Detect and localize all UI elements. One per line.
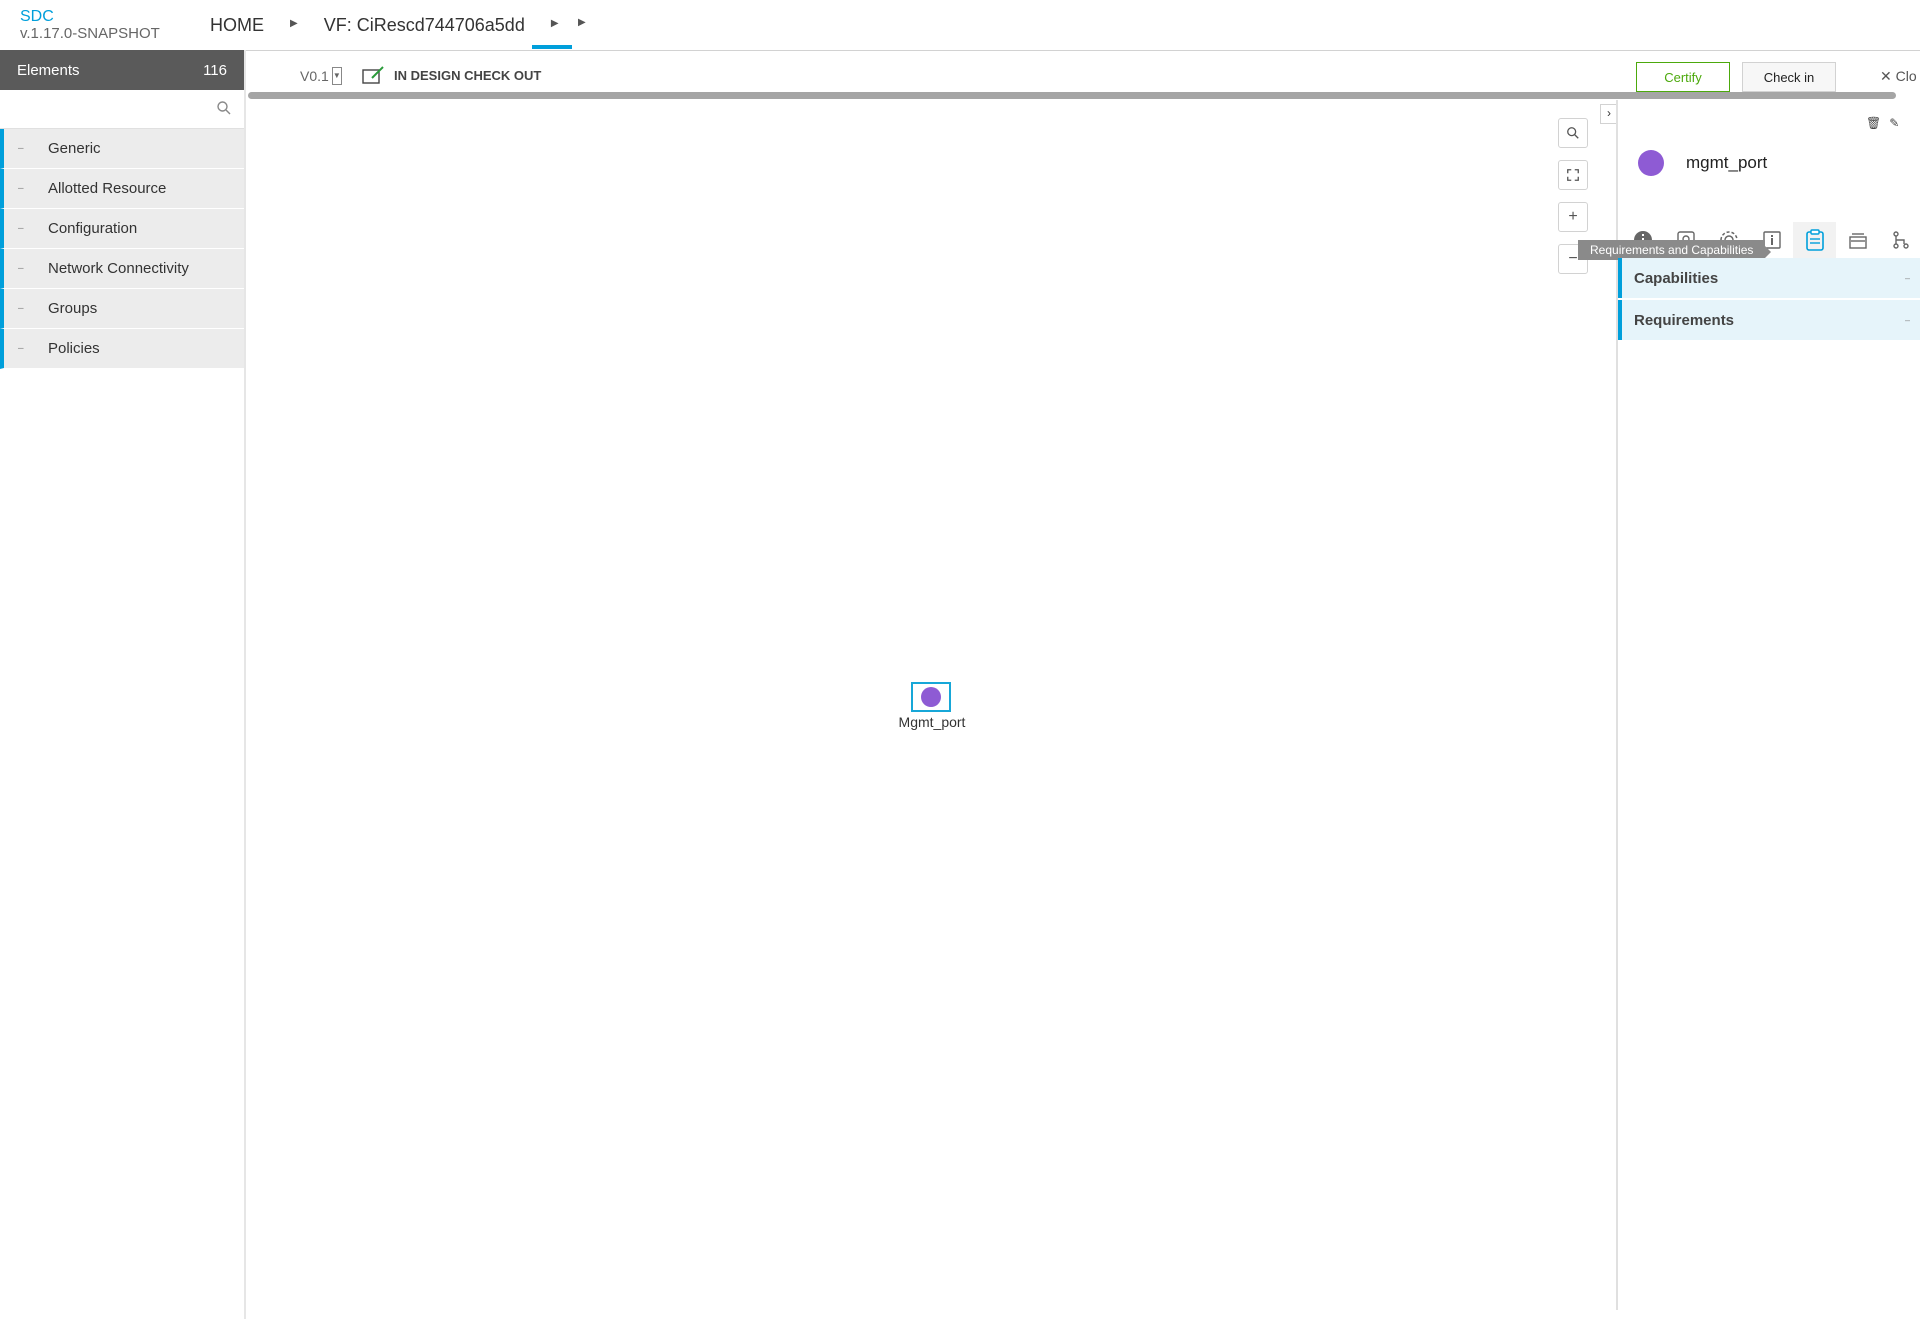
- version-selector[interactable]: V0.1 ▼: [300, 67, 342, 86]
- breadcrumb-active-indicator[interactable]: [532, 45, 572, 49]
- archive-icon: [1849, 233, 1867, 249]
- plus-icon: +: [1568, 208, 1578, 225]
- version-value: V0.1: [300, 68, 329, 84]
- check-in-button[interactable]: Check in: [1742, 62, 1836, 92]
- canvas-search-button[interactable]: [1558, 118, 1588, 148]
- palette-group-network-connectivity[interactable]: – Network Connectivity: [0, 249, 244, 289]
- workspace-toolbar: V0.1 ▼ IN DESIGN CHECK OUT Certify Check …: [246, 50, 1920, 94]
- collapse-icon: –: [18, 303, 24, 314]
- collapse-icon: –: [18, 183, 24, 194]
- certify-button[interactable]: Certify: [1636, 62, 1730, 92]
- status-label: IN DESIGN CHECK OUT: [394, 67, 542, 83]
- chevron-down-icon: –: [1904, 273, 1910, 283]
- palette-group-allotted-resource[interactable]: – Allotted Resource: [0, 169, 244, 209]
- palette-group-label: Policies: [48, 340, 100, 357]
- palette-group-label: Configuration: [48, 220, 138, 237]
- palette-group-label: Allotted Resource: [48, 180, 167, 197]
- trash-icon[interactable]: 🗑: [1866, 116, 1881, 130]
- search-icon[interactable]: [216, 100, 232, 116]
- palette-count: 116: [203, 61, 227, 79]
- canvas-node-label: Mgmt_port: [898, 714, 966, 730]
- palette-group-label: Generic: [48, 140, 101, 157]
- minus-icon: −: [1568, 250, 1578, 267]
- tab-composition[interactable]: [1879, 222, 1920, 259]
- sdc-logo[interactable]: SDC v.1.17.0-SNAPSHOT: [20, 8, 160, 42]
- canvas-zoom-tools: + −: [1558, 118, 1590, 286]
- breadcrumb-arrow-icon[interactable]: ▶: [578, 17, 586, 28]
- component-name: mgmt_port: [1686, 153, 1768, 172]
- palette-header: Elements 116: [0, 50, 244, 90]
- tab-requirements-capabilities[interactable]: [1793, 222, 1837, 259]
- breadcrumb-arrow-icon[interactable]: ▶: [290, 18, 298, 29]
- collapse-icon: –: [18, 143, 24, 154]
- brand-label: SDC: [20, 8, 54, 25]
- collapse-icon: –: [18, 343, 24, 354]
- section-label: Capabilities: [1634, 269, 1719, 287]
- palette-group-label: Network Connectivity: [48, 260, 189, 277]
- details-panel: 🗑 ✎ mgmt_port Requirements and Capabilit…: [1578, 100, 1920, 1310]
- close-label: Clo: [1895, 68, 1917, 84]
- palette-title: Elements: [17, 61, 80, 79]
- close-button[interactable]: ✕ Clo: [1880, 68, 1917, 85]
- clipboard-icon: [1806, 229, 1824, 251]
- tab-tooltip: Requirements and Capabilities: [1578, 240, 1772, 260]
- breadcrumb: HOME ▶ VF: CiRescd744706a5dd ▶: [210, 0, 585, 50]
- tab-api[interactable]: [1836, 222, 1880, 259]
- palette-group-generic[interactable]: – Generic: [0, 129, 244, 169]
- palette-search-input[interactable]: [6, 90, 210, 128]
- hierarchy-icon: [1892, 231, 1909, 249]
- horizontal-scrollbar[interactable]: [248, 92, 1896, 99]
- palette-group-policies[interactable]: – Policies: [0, 329, 244, 369]
- collapse-icon: –: [18, 263, 24, 274]
- top-navbar: SDC v.1.17.0-SNAPSHOT HOME ▶ VF: CiRescd…: [0, 0, 1920, 51]
- capabilities-section[interactable]: Capabilities –: [1618, 258, 1920, 298]
- checkout-edit-icon: [362, 66, 384, 84]
- component-icon: [1638, 150, 1664, 176]
- edit-icon[interactable]: ✎: [1889, 116, 1899, 130]
- breadcrumb-arrow-icon[interactable]: ▶: [551, 18, 559, 29]
- palette-groups: – Generic – Allotted Resource – Configurati…: [0, 129, 244, 369]
- canvas-node-mgmt-port[interactable]: [911, 682, 951, 712]
- close-icon: ✕: [1880, 68, 1892, 84]
- palette-group-configuration[interactable]: – Configuration: [0, 209, 244, 249]
- palette-search: [0, 90, 244, 129]
- dropdown-icon[interactable]: ▼: [331, 67, 342, 86]
- fit-to-screen-button[interactable]: [1558, 160, 1588, 190]
- elements-palette: Elements 116 – Generic – Allotted Resource…: [0, 50, 246, 1319]
- version-label: v.1.17.0-SNAPSHOT: [20, 25, 160, 42]
- port-icon: [921, 687, 941, 707]
- panel-actions: 🗑 ✎: [1866, 116, 1899, 130]
- chevron-down-icon: –: [1904, 315, 1910, 325]
- breadcrumb-home[interactable]: HOME: [210, 15, 264, 36]
- palette-group-groups[interactable]: – Groups: [0, 289, 244, 329]
- lifecycle-status: IN DESIGN CHECK OUT: [362, 66, 541, 84]
- search-icon: [1567, 127, 1579, 139]
- collapse-icon: –: [18, 223, 24, 234]
- expand-icon: [1567, 169, 1579, 181]
- zoom-in-button[interactable]: +: [1558, 202, 1588, 232]
- section-label: Requirements: [1634, 311, 1735, 329]
- palette-group-label: Groups: [48, 300, 98, 317]
- requirements-section[interactable]: Requirements –: [1618, 300, 1920, 340]
- breadcrumb-vf[interactable]: VF: CiRescd744706a5dd: [324, 15, 525, 36]
